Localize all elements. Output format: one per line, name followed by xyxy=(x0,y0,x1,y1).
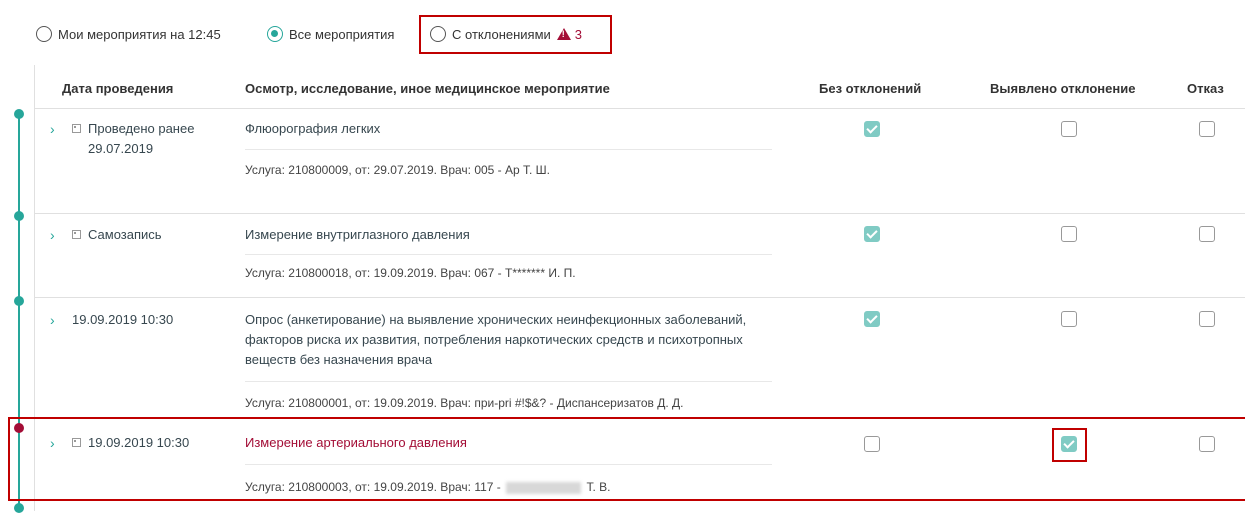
row-date-cell[interactable]: › 19.09.2019 10:30 xyxy=(50,310,225,330)
header-divider xyxy=(34,108,1245,109)
column-header-exam: Осмотр, исследование, иное медицинское м… xyxy=(245,81,610,96)
row-service: Услуга: 210800009, от: 29.07.2019. Врач:… xyxy=(245,163,551,177)
row-date: Проведено ранее 29.07.2019 xyxy=(88,121,195,156)
row-date: Самозапись xyxy=(88,227,162,242)
row-date-cell[interactable]: › Самозапись xyxy=(50,225,225,245)
radio-my-events[interactable]: Мои мероприятия на 12:45 xyxy=(36,25,221,43)
calendar-icon xyxy=(72,124,81,133)
radio-my-events-label: Мои мероприятия на 12:45 xyxy=(58,26,221,42)
no-deviation-checkbox[interactable] xyxy=(864,436,880,452)
row-service: Услуга: 210800018, от: 19.09.2019. Врач:… xyxy=(245,266,576,280)
column-header-deviation-found: Выявлено отклонение xyxy=(990,81,1136,96)
row-subdivider xyxy=(245,149,772,150)
calendar-icon xyxy=(72,230,81,239)
timeline-dot xyxy=(14,211,24,221)
timeline-dot xyxy=(14,296,24,306)
row-service-suffix: Т. В. xyxy=(586,480,611,494)
row-title: Флюорография легких xyxy=(245,121,381,136)
no-deviation-checkbox[interactable] xyxy=(864,121,880,137)
radio-circle-icon xyxy=(430,26,446,42)
row-service-prefix: Услуга: 210800003, от: 19.09.2019. Врач:… xyxy=(245,480,501,494)
chevron-right-icon[interactable]: › xyxy=(50,310,64,330)
radio-with-deviations-label: С отклонениями xyxy=(452,26,551,42)
deviation-count-badge: 3 xyxy=(574,26,583,42)
redacted-name xyxy=(506,481,582,494)
refusal-checkbox[interactable] xyxy=(1199,311,1215,327)
timeline-dot xyxy=(14,109,24,119)
row-date: 19.09.2019 10:30 xyxy=(72,312,174,327)
radio-checked-icon xyxy=(267,26,283,42)
row-service: Услуга: 210800001, от: 19.09.2019. Врач:… xyxy=(245,396,684,410)
row-date: 19.09.2019 10:30 xyxy=(88,435,190,450)
timeline-dot xyxy=(14,503,24,513)
row-date-cell[interactable]: › 19.09.2019 10:30 xyxy=(50,433,225,453)
no-deviation-checkbox[interactable] xyxy=(864,226,880,242)
radio-circle-icon xyxy=(36,26,52,42)
row-title: Измерение внутриглазного давления xyxy=(245,227,470,242)
row-divider xyxy=(34,297,1245,298)
deviation-found-checkbox[interactable] xyxy=(1061,311,1077,327)
row-service: Услуга: 210800003, от: 19.09.2019. Врач:… xyxy=(245,477,785,497)
deviation-found-checkbox[interactable] xyxy=(1061,226,1077,242)
deviation-found-checkbox[interactable] xyxy=(1061,436,1077,452)
refusal-checkbox[interactable] xyxy=(1199,121,1215,137)
row-divider xyxy=(34,213,1245,214)
row-subdivider xyxy=(245,464,772,465)
column-header-refusal: Отказ xyxy=(1187,81,1224,96)
deviation-found-checkbox[interactable] xyxy=(1061,121,1077,137)
filter-bar: Мои мероприятия на 12:45 Все мероприятия… xyxy=(0,0,1245,58)
radio-with-deviations[interactable]: С отклонениями 3 xyxy=(430,25,582,43)
calendar-icon xyxy=(72,438,81,447)
row-subdivider xyxy=(245,254,772,255)
warning-icon xyxy=(556,28,571,40)
no-deviation-checkbox[interactable] xyxy=(864,311,880,327)
chevron-right-icon[interactable]: › xyxy=(50,433,64,453)
column-header-no-deviation: Без отклонений xyxy=(819,81,922,96)
refusal-checkbox[interactable] xyxy=(1199,436,1215,452)
chevron-right-icon[interactable]: › xyxy=(50,119,64,139)
refusal-checkbox[interactable] xyxy=(1199,226,1215,242)
radio-all-events[interactable]: Все мероприятия xyxy=(267,25,394,43)
chevron-right-icon[interactable]: › xyxy=(50,225,64,245)
row-date-cell[interactable]: › Проведено ранее 29.07.2019 xyxy=(50,119,225,159)
row-title: Измерение артериального давления xyxy=(245,435,467,450)
row-subdivider xyxy=(245,381,772,382)
radio-all-events-label: Все мероприятия xyxy=(289,26,395,42)
row-title: Опрос (анкетирование) на выявление хрони… xyxy=(245,312,747,367)
column-header-date: Дата проведения xyxy=(62,81,174,96)
